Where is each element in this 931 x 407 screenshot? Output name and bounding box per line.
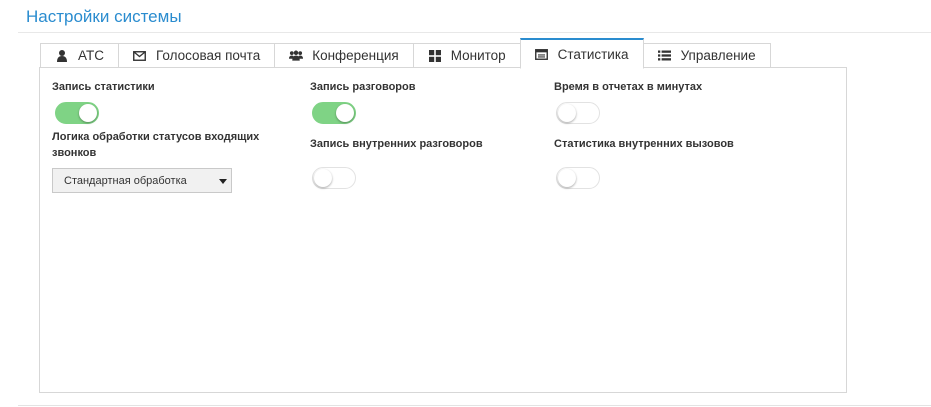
report-minutes-label: Время в отчетах в минутах — [554, 81, 703, 93]
tab-label: Управление — [680, 48, 756, 63]
report-minutes-toggle[interactable] — [556, 102, 600, 124]
tab-label: Статистика — [557, 46, 629, 62]
tab-bar: АТС Голосовая почта Конференция Монитор … — [40, 38, 771, 69]
page-title: Настройки системы — [26, 7, 182, 26]
tab-voicemail[interactable]: Голосовая почта — [117, 43, 275, 68]
statistics-panel — [39, 67, 847, 393]
tab-label: Конференция — [312, 48, 399, 63]
tab-ats[interactable]: АТС — [40, 43, 118, 68]
record-internal-label: Запись внутренних разговоров — [310, 138, 483, 150]
tab-label: АТС — [78, 48, 104, 63]
tab-statistics[interactable]: Статистика — [519, 38, 644, 69]
tab-conference[interactable]: Конференция — [274, 43, 413, 68]
record-calls-label: Запись разговоров — [310, 81, 416, 93]
tab-label: Голосовая почта — [155, 48, 261, 63]
list-icon — [658, 49, 672, 63]
internal-stats-label: Статистика внутренних вызовов — [554, 138, 734, 150]
tab-monitor[interactable]: Монитор — [412, 43, 520, 68]
title-divider — [18, 32, 931, 33]
envelope-icon — [133, 49, 147, 63]
record-internal-toggle[interactable] — [312, 167, 356, 189]
record-stats-label: Запись статистики — [52, 81, 155, 93]
status-logic-select[interactable]: Стандартная обработка — [52, 168, 232, 193]
grid-icon — [428, 49, 442, 63]
caret-down-icon — [219, 179, 227, 184]
card-icon — [535, 47, 549, 61]
tab-label: Монитор — [450, 48, 506, 63]
record-calls-toggle[interactable] — [312, 102, 356, 124]
internal-stats-toggle[interactable] — [556, 167, 600, 189]
status-logic-label: Логика обработки статусов входящих звонк… — [52, 131, 260, 159]
select-value: Стандартная обработка — [64, 174, 187, 187]
user-icon — [55, 49, 69, 63]
bottom-divider — [18, 405, 931, 406]
users-icon — [289, 49, 304, 63]
record-stats-toggle[interactable] — [55, 102, 99, 124]
tab-management[interactable]: Управление — [643, 43, 771, 68]
